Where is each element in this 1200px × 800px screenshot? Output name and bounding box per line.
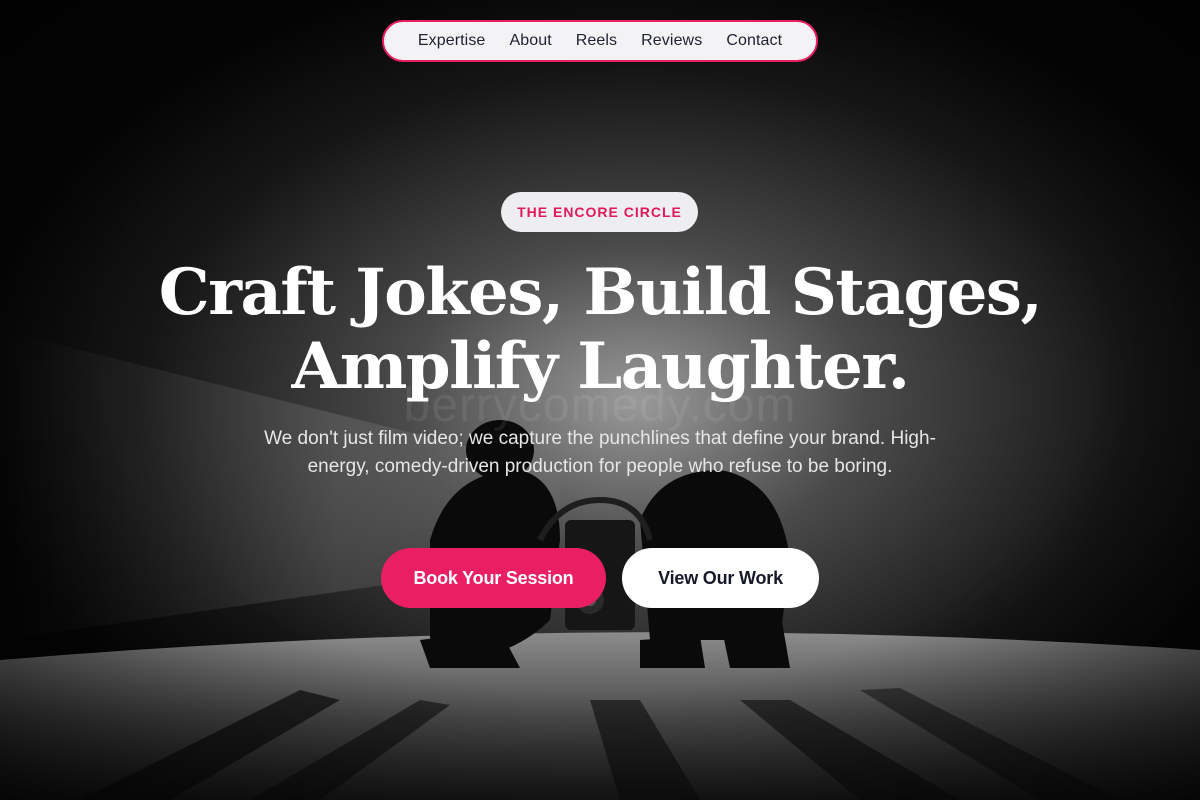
view-work-button[interactable]: View Our Work (622, 548, 819, 608)
hero-headline: Craft Jokes, Build Stages, Amplify Laugh… (0, 256, 1200, 404)
hero-section: Expertise About Reels Reviews Contact TH… (0, 0, 1200, 800)
hero-subtitle: We don't just film video; we capture the… (264, 428, 936, 477)
headline-line-2: Amplify Laughter. (291, 329, 910, 404)
nav-link-reviews[interactable]: Reviews (641, 32, 702, 50)
nav-link-expertise[interactable]: Expertise (418, 32, 486, 50)
book-session-button[interactable]: Book Your Session (381, 548, 606, 608)
nav-link-about[interactable]: About (509, 32, 551, 50)
top-nav: Expertise About Reels Reviews Contact (382, 20, 818, 62)
nav-link-reels[interactable]: Reels (576, 32, 617, 50)
nav-link-contact[interactable]: Contact (726, 32, 782, 50)
eyebrow-badge: THE ENCORE CIRCLE (501, 192, 698, 232)
headline-line-1: Craft Jokes, Build Stages, (158, 255, 1043, 330)
